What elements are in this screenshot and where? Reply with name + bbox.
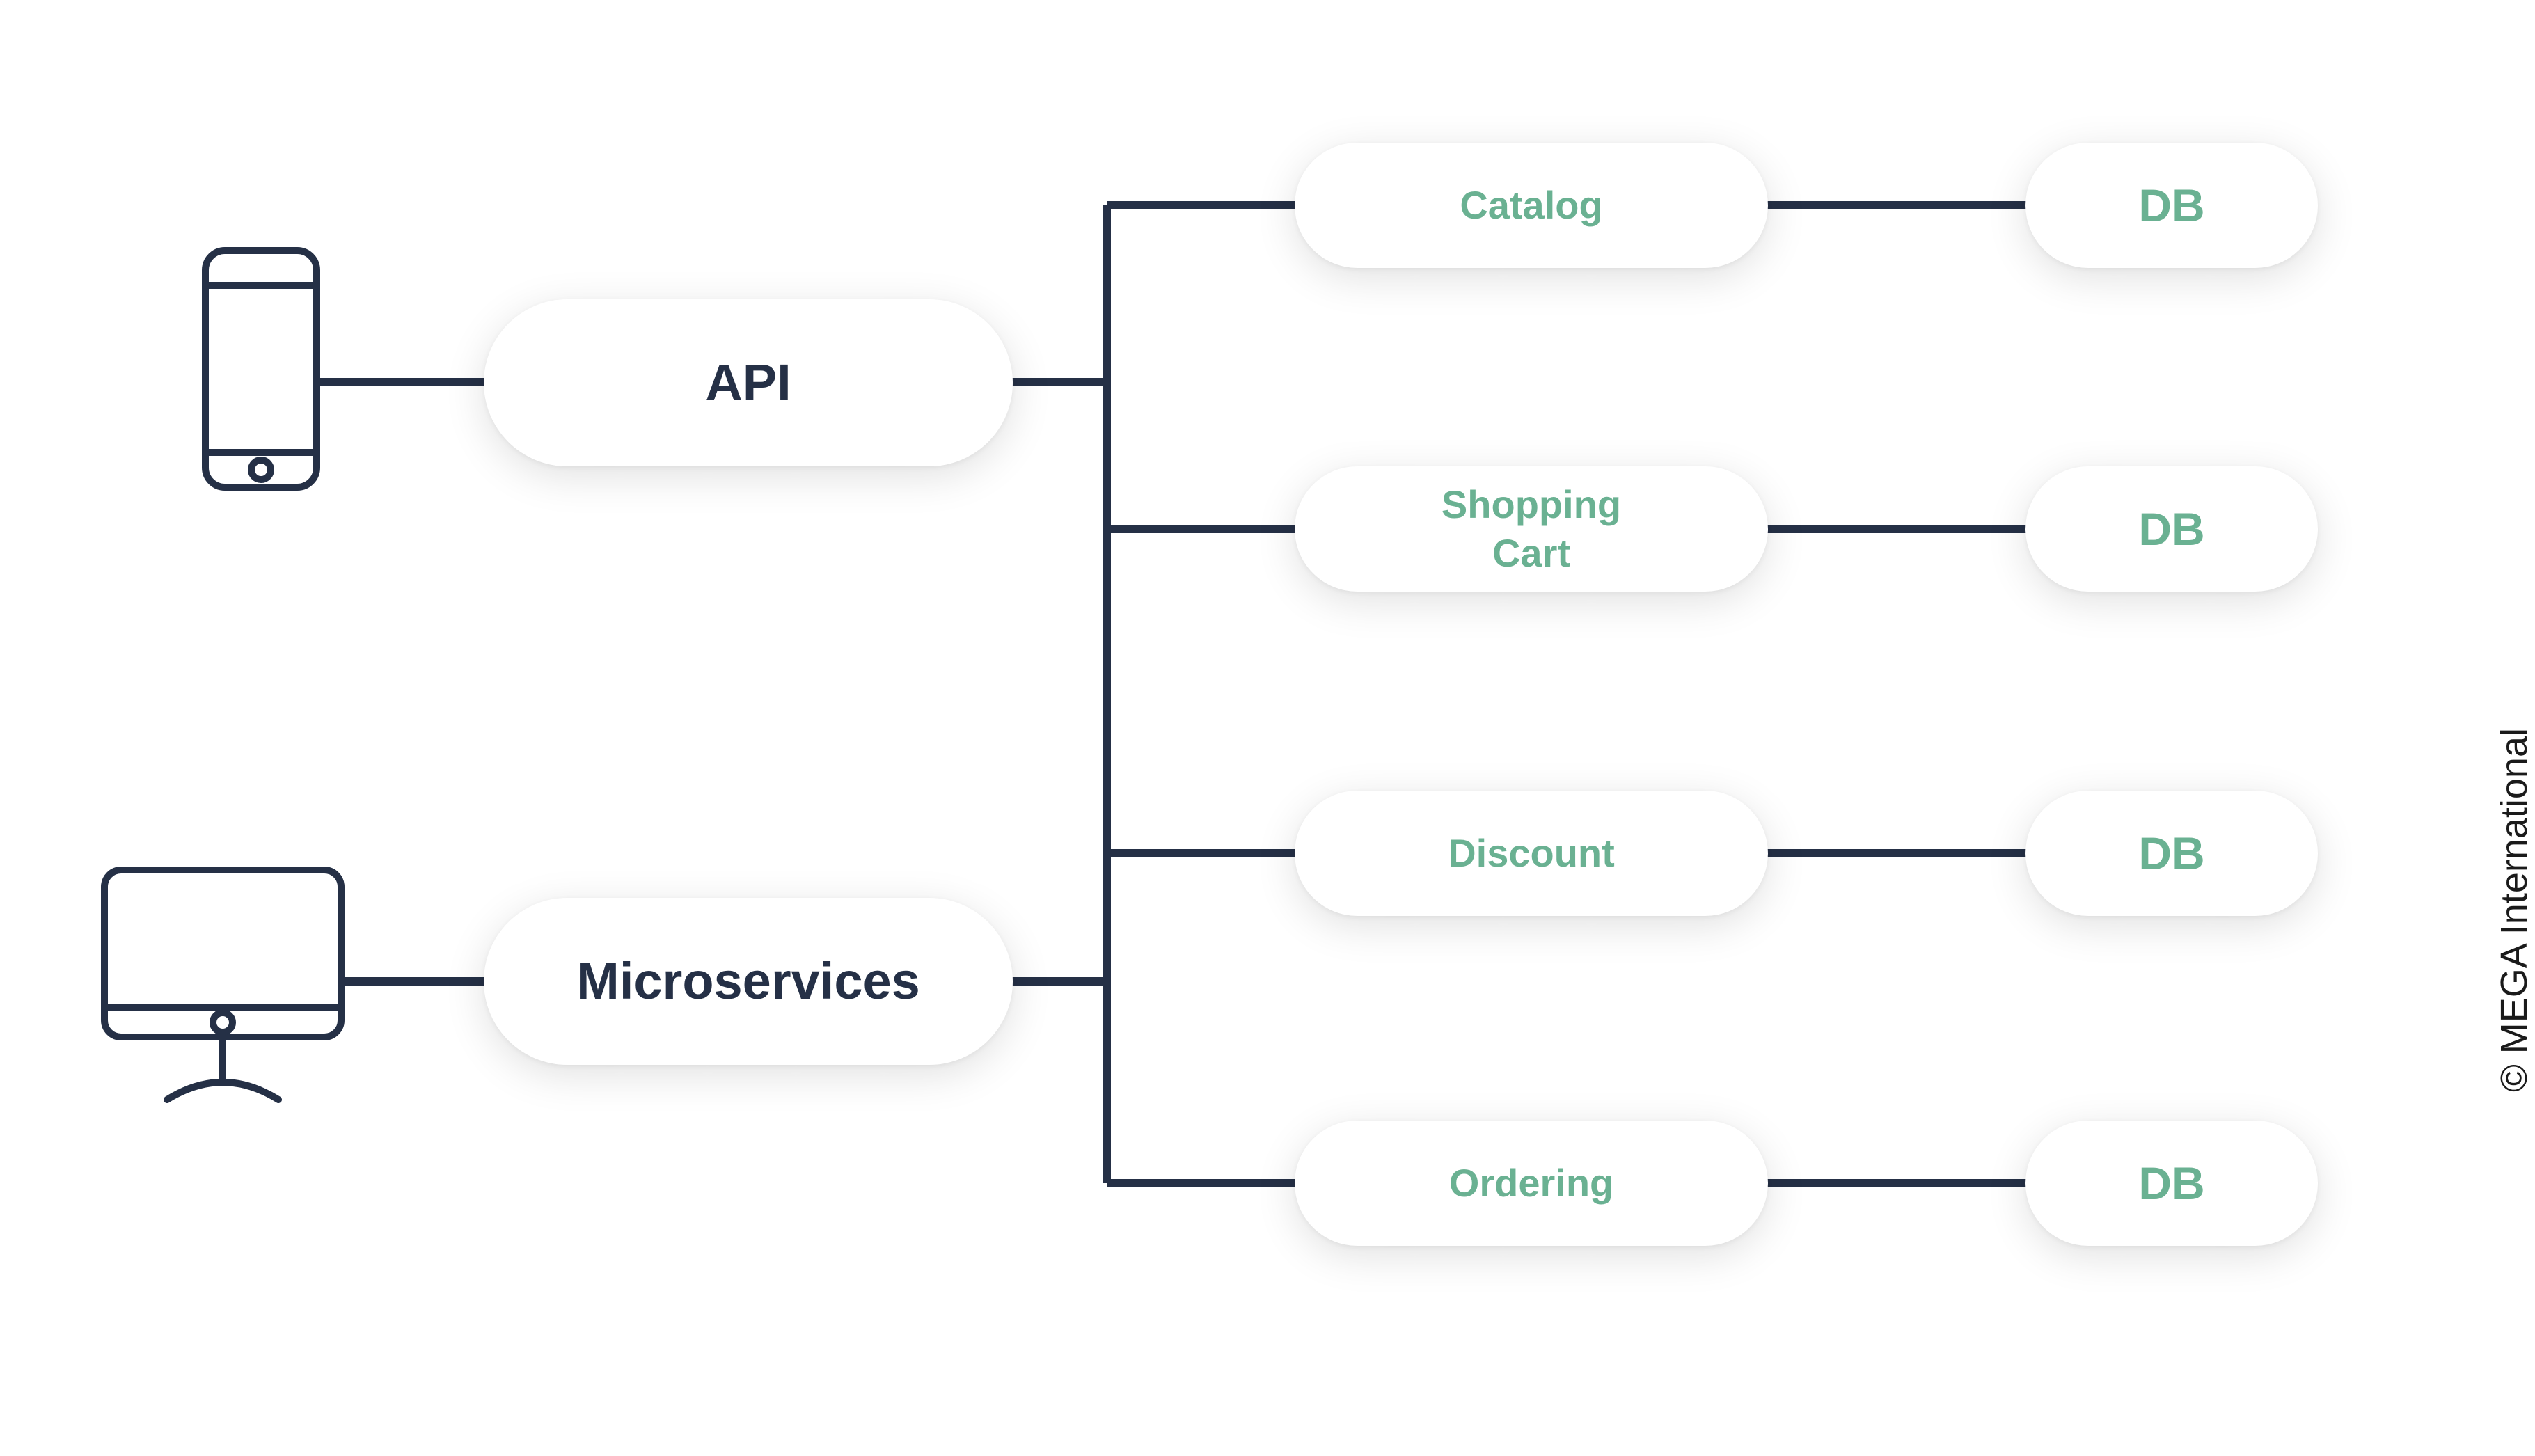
service-label: Ordering [1449, 1159, 1613, 1208]
service-label: Catalog [1460, 181, 1602, 230]
service-label: Discount [1448, 829, 1615, 878]
node-api: API [484, 299, 1013, 466]
db-label: DB [2138, 825, 2204, 883]
smartphone-icon [184, 244, 338, 505]
node-microservices-label: Microservices [576, 949, 920, 1014]
service-shopping-cart: Shopping Cart [1295, 466, 1768, 592]
db-catalog: DB [2025, 143, 2318, 268]
db-shopping-cart: DB [2025, 466, 2318, 592]
db-discount: DB [2025, 791, 2318, 916]
db-label: DB [2138, 1155, 2204, 1212]
db-ordering: DB [2025, 1121, 2318, 1246]
service-discount: Discount [1295, 791, 1768, 916]
service-label: Shopping Cart [1442, 480, 1621, 578]
service-catalog: Catalog [1295, 143, 1768, 268]
desktop-icon [90, 856, 355, 1117]
architecture-diagram: API Microservices Catalog DB Shopping Ca… [70, 84, 2332, 1336]
node-microservices: Microservices [484, 898, 1013, 1065]
service-ordering: Ordering [1295, 1121, 1768, 1246]
db-label: DB [2138, 500, 2204, 558]
db-label: DB [2138, 177, 2204, 235]
node-api-label: API [705, 351, 791, 416]
connector-lines [70, 84, 2332, 1336]
watermark-text: © MEGA International [2493, 728, 2535, 1092]
